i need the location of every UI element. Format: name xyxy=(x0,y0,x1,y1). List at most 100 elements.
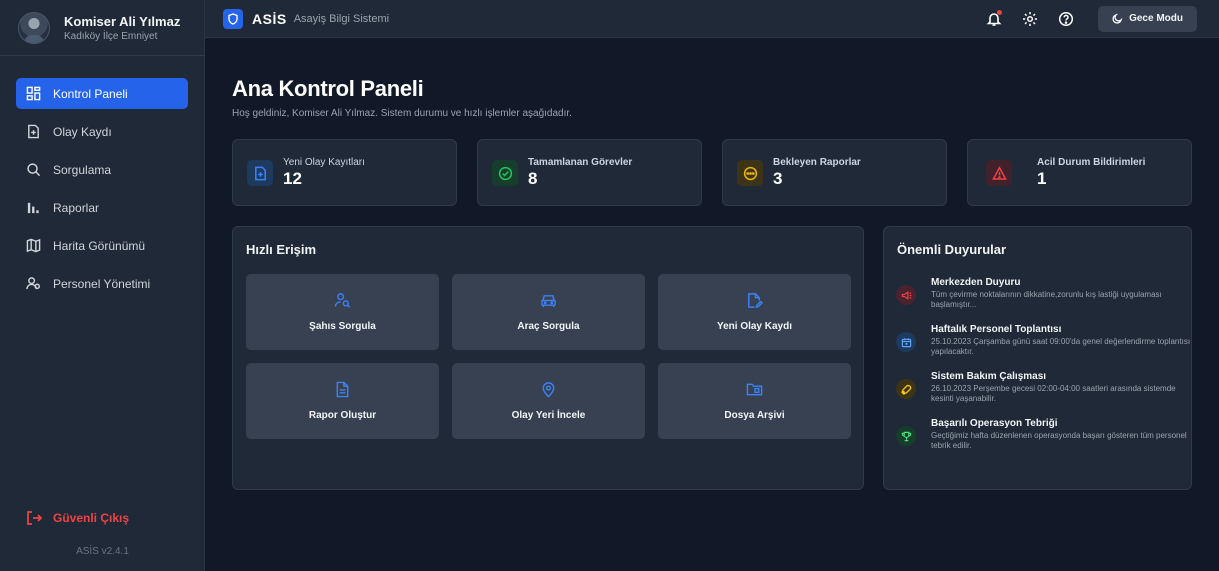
new-incident-button[interactable]: Yeni Olay Kaydı xyxy=(658,274,851,350)
notification-dot xyxy=(997,9,1003,15)
announcement-icon-box xyxy=(896,379,916,399)
settings-button[interactable] xyxy=(1020,9,1040,29)
stat-label: Yeni Olay Kayıtları xyxy=(283,157,365,168)
stat-card-completed-tasks[interactable]: Tamamlanan Görevler 8 xyxy=(477,139,702,206)
top-header: ASİS Asayiş Bilgi Sistemi Gece Modu xyxy=(205,0,1219,38)
quick-item-label: Şahıs Sorgula xyxy=(309,321,376,332)
file-text-icon xyxy=(336,381,349,398)
stat-icon-box xyxy=(986,160,1012,186)
sidebar-item-raporlar[interactable]: Raporlar xyxy=(16,192,188,223)
sidebar-item-label: Personel Yönetimi xyxy=(53,276,151,291)
sidebar-item-kontrol-paneli[interactable]: Kontrol Paneli xyxy=(16,78,188,109)
app-version: ASİS v2.4.1 xyxy=(76,546,129,557)
person-query-button[interactable]: Şahıs Sorgula xyxy=(246,274,439,350)
announcement-icon-box xyxy=(896,426,916,446)
help-button[interactable] xyxy=(1056,9,1076,29)
quick-access-title: Hızlı Erişim xyxy=(246,242,317,257)
sidebar-item-personel-yonetimi[interactable]: Personel Yönetimi xyxy=(16,268,188,299)
sidebar-item-label: Sorgulama xyxy=(53,162,112,177)
megaphone-icon xyxy=(901,290,911,300)
avatar xyxy=(18,11,50,44)
car-icon xyxy=(541,295,556,308)
stat-value: 12 xyxy=(283,169,302,188)
announcement-title: Sistem Bakım Çalışması xyxy=(931,371,1047,382)
quick-item-label: Dosya Arşivi xyxy=(724,410,785,421)
stat-card-pending-reports[interactable]: Bekleyen Raporlar 3 xyxy=(722,139,947,206)
announcements-panel: Önemli Duyurular Merkezden Duyuru Tüm çe… xyxy=(883,226,1192,490)
announcement-text: 25.10.2023 Çarşamba günü saat 09:00'da g… xyxy=(931,337,1191,356)
night-mode-button[interactable]: Gece Modu xyxy=(1098,5,1197,32)
stat-icon-box xyxy=(737,160,763,186)
announcement-item[interactable]: Merkezden Duyuru Tüm çevirme noktalarını… xyxy=(896,277,1184,310)
quick-item-label: Olay Yeri İncele xyxy=(511,410,586,421)
profile-unit: Kadıköy İlçe Emniyet xyxy=(64,30,158,42)
announcement-icon-box xyxy=(896,285,916,305)
notification-button[interactable] xyxy=(984,9,1004,29)
shield-logo-icon xyxy=(223,8,243,29)
sidebar-item-label: Kontrol Paneli xyxy=(53,86,128,101)
create-report-button[interactable]: Rapor Oluştur xyxy=(246,363,439,439)
logout-icon xyxy=(27,511,42,525)
map-pin-icon xyxy=(542,382,555,398)
sidebar-item-label: Harita Görünümü xyxy=(53,238,146,253)
stat-value: 1 xyxy=(1037,169,1047,188)
alert-triangle-icon xyxy=(991,165,1007,180)
stat-label: Bekleyen Raporlar xyxy=(773,157,861,168)
stat-icon-box xyxy=(492,160,518,186)
bar-chart-icon xyxy=(27,202,39,214)
sidebar-item-olay-kaydi[interactable]: Olay Kaydı xyxy=(16,116,188,147)
announcement-text: Geçtiğimiz hafta düzenlenen operasyonda … xyxy=(931,431,1187,450)
gear-icon xyxy=(1023,11,1038,26)
file-edit-icon xyxy=(748,293,763,309)
inspect-scene-button[interactable]: Olay Yeri İncele xyxy=(452,363,645,439)
quick-access-panel: Hızlı Erişim Şahıs Sorgula Araç Sorgula … xyxy=(232,226,864,490)
quick-item-label: Rapor Oluştur xyxy=(308,410,377,421)
profile-name: Komiser Ali Yılmaz xyxy=(64,13,181,29)
sidebar-item-harita-gorunumu[interactable]: Harita Görünümü xyxy=(16,230,188,261)
announcement-icon-box xyxy=(896,332,916,352)
announcement-text: 26.10.2023 Perşembe gecesi 02:00-04:00 s… xyxy=(931,384,1176,403)
sidebar: Komiser Ali Yılmaz Kadıköy İlçe Emniyet … xyxy=(0,0,205,571)
check-circle-icon xyxy=(498,166,512,180)
stat-label: Acil Durum Bildirimleri xyxy=(1037,157,1146,168)
stats-row: Yeni Olay Kayıtları 12 Tamamlanan Görevl… xyxy=(232,139,1192,206)
night-mode-label: Gece Modu xyxy=(1129,13,1183,24)
trophy-icon xyxy=(901,431,911,441)
announcement-item[interactable]: Başarılı Operasyon Tebriği Geçtiğimiz ha… xyxy=(896,418,1187,451)
sidebar-item-sorgulama[interactable]: Sorgulama xyxy=(16,154,188,185)
more-circle-icon xyxy=(743,166,757,180)
announcement-title: Merkezden Duyuru xyxy=(931,277,1021,288)
page-title: Ana Kontrol Paneli xyxy=(232,76,424,101)
help-circle-icon xyxy=(1059,11,1074,26)
stat-card-emergency-alerts[interactable]: Acil Durum Bildirimleri 1 xyxy=(967,139,1192,206)
users-icon xyxy=(26,277,41,290)
map-icon xyxy=(26,238,41,253)
logout-label: Güvenli Çıkış xyxy=(53,511,130,525)
sidebar-item-label: Raporlar xyxy=(53,200,100,215)
file-plus-icon xyxy=(28,124,39,139)
sidebar-nav: Kontrol Paneli Olay Kaydı Sorgulama Rapo… xyxy=(0,56,204,299)
stat-card-new-incidents[interactable]: Yeni Olay Kayıtları 12 xyxy=(232,139,457,206)
archive-folder-icon xyxy=(746,383,763,396)
brand-name: ASİS xyxy=(252,10,287,27)
announcement-title: Başarılı Operasyon Tebriği xyxy=(931,418,1058,429)
page-subtitle: Hoş geldiniz, Komiser Ali Yılmaz. Sistem… xyxy=(232,108,572,119)
user-search-icon xyxy=(334,293,351,308)
vehicle-query-button[interactable]: Araç Sorgula xyxy=(452,274,645,350)
quick-item-label: Araç Sorgula xyxy=(517,321,580,332)
brand-subtitle: Asayiş Bilgi Sistemi xyxy=(293,12,390,25)
stat-icon-box xyxy=(247,160,273,186)
file-archive-button[interactable]: Dosya Arşivi xyxy=(658,363,851,439)
logout-button[interactable]: Güvenli Çıkış xyxy=(26,510,129,526)
dashboard-icon xyxy=(26,86,41,101)
moon-icon xyxy=(1112,13,1123,24)
stat-value: 8 xyxy=(528,169,538,188)
sidebar-item-label: Olay Kaydı xyxy=(53,124,112,139)
user-profile[interactable]: Komiser Ali Yılmaz Kadıköy İlçe Emniyet xyxy=(0,0,204,56)
announcement-item[interactable]: Sistem Bakım Çalışması 26.10.2023 Perşem… xyxy=(896,371,1184,404)
announcement-text: Tüm çevirme noktalarının dikkatine,zorun… xyxy=(931,290,1162,309)
stat-label: Tamamlanan Görevler xyxy=(528,157,633,168)
file-plus-icon xyxy=(254,166,266,180)
quick-item-label: Yeni Olay Kaydı xyxy=(716,321,793,332)
announcement-item[interactable]: Haftalık Personel Toplantısı 25.10.2023 … xyxy=(896,324,1190,357)
